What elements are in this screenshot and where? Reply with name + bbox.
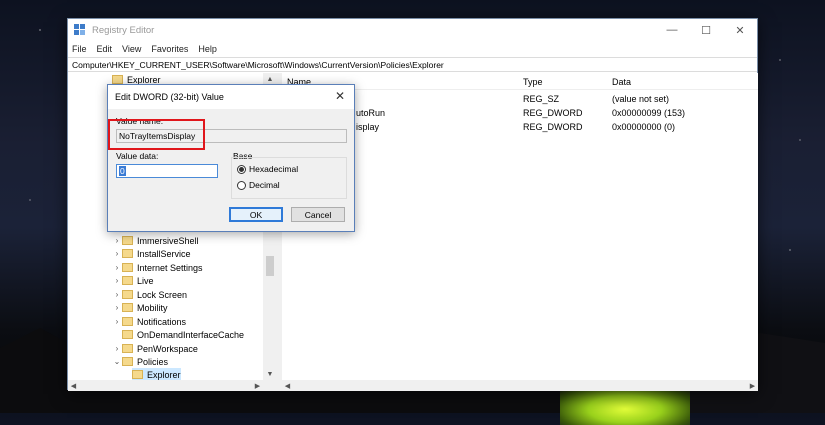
tree-item-penworkspace[interactable]: › PenWorkspace (112, 342, 198, 355)
window-controls: — ☐ ✕ (655, 19, 757, 41)
menu-file[interactable]: File (72, 44, 87, 54)
tree-item-label: Internet Settings (137, 262, 203, 273)
folder-icon (122, 330, 133, 339)
menu-favorites[interactable]: Favorites (151, 44, 188, 54)
row-data: (value not set) (612, 94, 670, 104)
tree-item-installservice[interactable]: › InstallService (112, 247, 191, 260)
menu-view[interactable]: View (122, 44, 141, 54)
folder-icon (122, 290, 133, 299)
row-data: 0x00000099 (153) (612, 108, 686, 118)
tree-item-label: Notifications (137, 316, 187, 327)
chevron-right-icon[interactable]: › (112, 276, 122, 285)
scroll-left-icon[interactable]: ◀ (68, 380, 79, 391)
row-type: REG_DWORD (523, 108, 583, 118)
folder-icon (122, 344, 133, 353)
tree-item-label: Explorer (127, 74, 161, 85)
cancel-button-label: Cancel (304, 209, 332, 220)
title-bar: Registry Editor — ☐ ✕ (68, 19, 757, 41)
tree-item-lock-screen[interactable]: › Lock Screen (112, 288, 187, 301)
tree-item-label: Lock Screen (137, 289, 188, 300)
registry-editor-icon (74, 24, 86, 36)
folder-icon (122, 249, 133, 258)
tree-item-label: Live (137, 275, 154, 286)
row-type: REG_DWORD (523, 122, 583, 132)
decimal-label: Decimal (249, 180, 280, 190)
tree-scroll-thumb[interactable] (266, 256, 274, 276)
row-name: utoRun (356, 108, 386, 118)
ok-button[interactable]: OK (229, 207, 283, 222)
scroll-right-icon[interactable]: ▶ (747, 380, 758, 391)
tree-item-label: ImmersiveShell (137, 235, 199, 246)
folder-icon (122, 357, 133, 366)
chevron-right-icon[interactable]: › (112, 344, 122, 353)
tree-horizontal-scrollbar[interactable]: ◀ ▶ (68, 380, 277, 391)
folder-icon (112, 75, 123, 84)
tree-item-internet-settings[interactable]: › Internet Settings (112, 261, 203, 274)
folder-icon (122, 276, 133, 285)
chevron-right-icon[interactable]: › (112, 317, 122, 326)
radio-selected-icon (237, 164, 246, 174)
scroll-left-icon[interactable]: ◀ (282, 380, 293, 391)
radio-unselected-icon (237, 180, 246, 190)
tree-item-live[interactable]: › Live (112, 274, 154, 287)
tree-item-mobility[interactable]: › Mobility (112, 301, 168, 314)
list-horizontal-scrollbar[interactable]: ◀ ▶ (282, 380, 758, 391)
cancel-button[interactable]: Cancel (291, 207, 345, 222)
folder-icon (122, 263, 133, 272)
menu-help[interactable]: Help (198, 44, 217, 54)
folder-icon (122, 317, 133, 326)
dialog-title-bar: Edit DWORD (32-bit) Value (108, 85, 354, 109)
minimize-button[interactable]: — (655, 19, 689, 41)
ok-button-label: OK (249, 209, 263, 220)
menu-edit[interactable]: Edit (97, 44, 113, 54)
tree-item-label: OnDemandInterfaceCache (137, 329, 245, 340)
edit-dword-dialog: Edit DWORD (32-bit) Value ✕ Value name: … (107, 84, 355, 232)
chevron-down-icon[interactable]: ⌄ (112, 357, 122, 366)
hexadecimal-label: Hexadecimal (249, 164, 299, 174)
value-data-label: Value data: (116, 151, 159, 161)
chevron-right-icon[interactable]: › (112, 263, 122, 272)
menu-bar: File Edit View Favorites Help (68, 41, 757, 57)
tree-item-label: PenWorkspace (137, 343, 198, 354)
value-data-field[interactable]: 0 (116, 164, 218, 178)
address-path: Computer\HKEY_CURRENT_USER\Software\Micr… (72, 59, 444, 70)
folder-icon (122, 303, 133, 312)
maximize-button[interactable]: ☐ (689, 19, 723, 41)
tree-item-label: Mobility (137, 302, 168, 313)
desktop-tent-glow (560, 385, 690, 425)
row-type: REG_SZ (523, 94, 560, 104)
dialog-close-icon[interactable]: ✕ (332, 88, 348, 104)
chevron-right-icon[interactable]: › (112, 236, 122, 245)
tree-item-immersiveshell[interactable]: › ImmersiveShell (112, 234, 199, 247)
tree-item-label: Explorer (147, 369, 181, 380)
column-type-header[interactable]: Type (523, 77, 543, 87)
folder-icon (122, 236, 133, 245)
tree-item-ondemandinterfacecache[interactable]: OnDemandInterfaceCache (112, 328, 244, 341)
red-highlight-box (108, 119, 205, 150)
hexadecimal-radio[interactable]: Hexadecimal (237, 164, 298, 174)
dialog-title: Edit DWORD (32-bit) Value (115, 92, 224, 102)
folder-icon (132, 370, 143, 379)
chevron-right-icon[interactable]: › (112, 303, 122, 312)
chevron-right-icon[interactable]: › (112, 249, 122, 258)
tree-item-label: Policies (137, 356, 169, 367)
address-bar[interactable]: Computer\HKEY_CURRENT_USER\Software\Micr… (68, 57, 757, 72)
scroll-down-icon[interactable]: ▼ (263, 368, 277, 380)
tree-item-policies[interactable]: ⌄ Policies (112, 355, 168, 368)
close-button[interactable]: ✕ (723, 19, 757, 41)
tree-item-notifications[interactable]: › Notifications (112, 315, 186, 328)
chevron-right-icon[interactable]: › (112, 290, 122, 299)
decimal-radio[interactable]: Decimal (237, 180, 280, 190)
column-data-header[interactable]: Data (612, 77, 631, 87)
tree-item-label: InstallService (137, 248, 191, 259)
scroll-right-icon[interactable]: ▶ (252, 380, 263, 391)
value-data-text: 0 (119, 166, 126, 176)
window-title: Registry Editor (92, 24, 155, 36)
row-data: 0x00000000 (0) (612, 122, 676, 132)
row-name: isplay (356, 122, 380, 132)
